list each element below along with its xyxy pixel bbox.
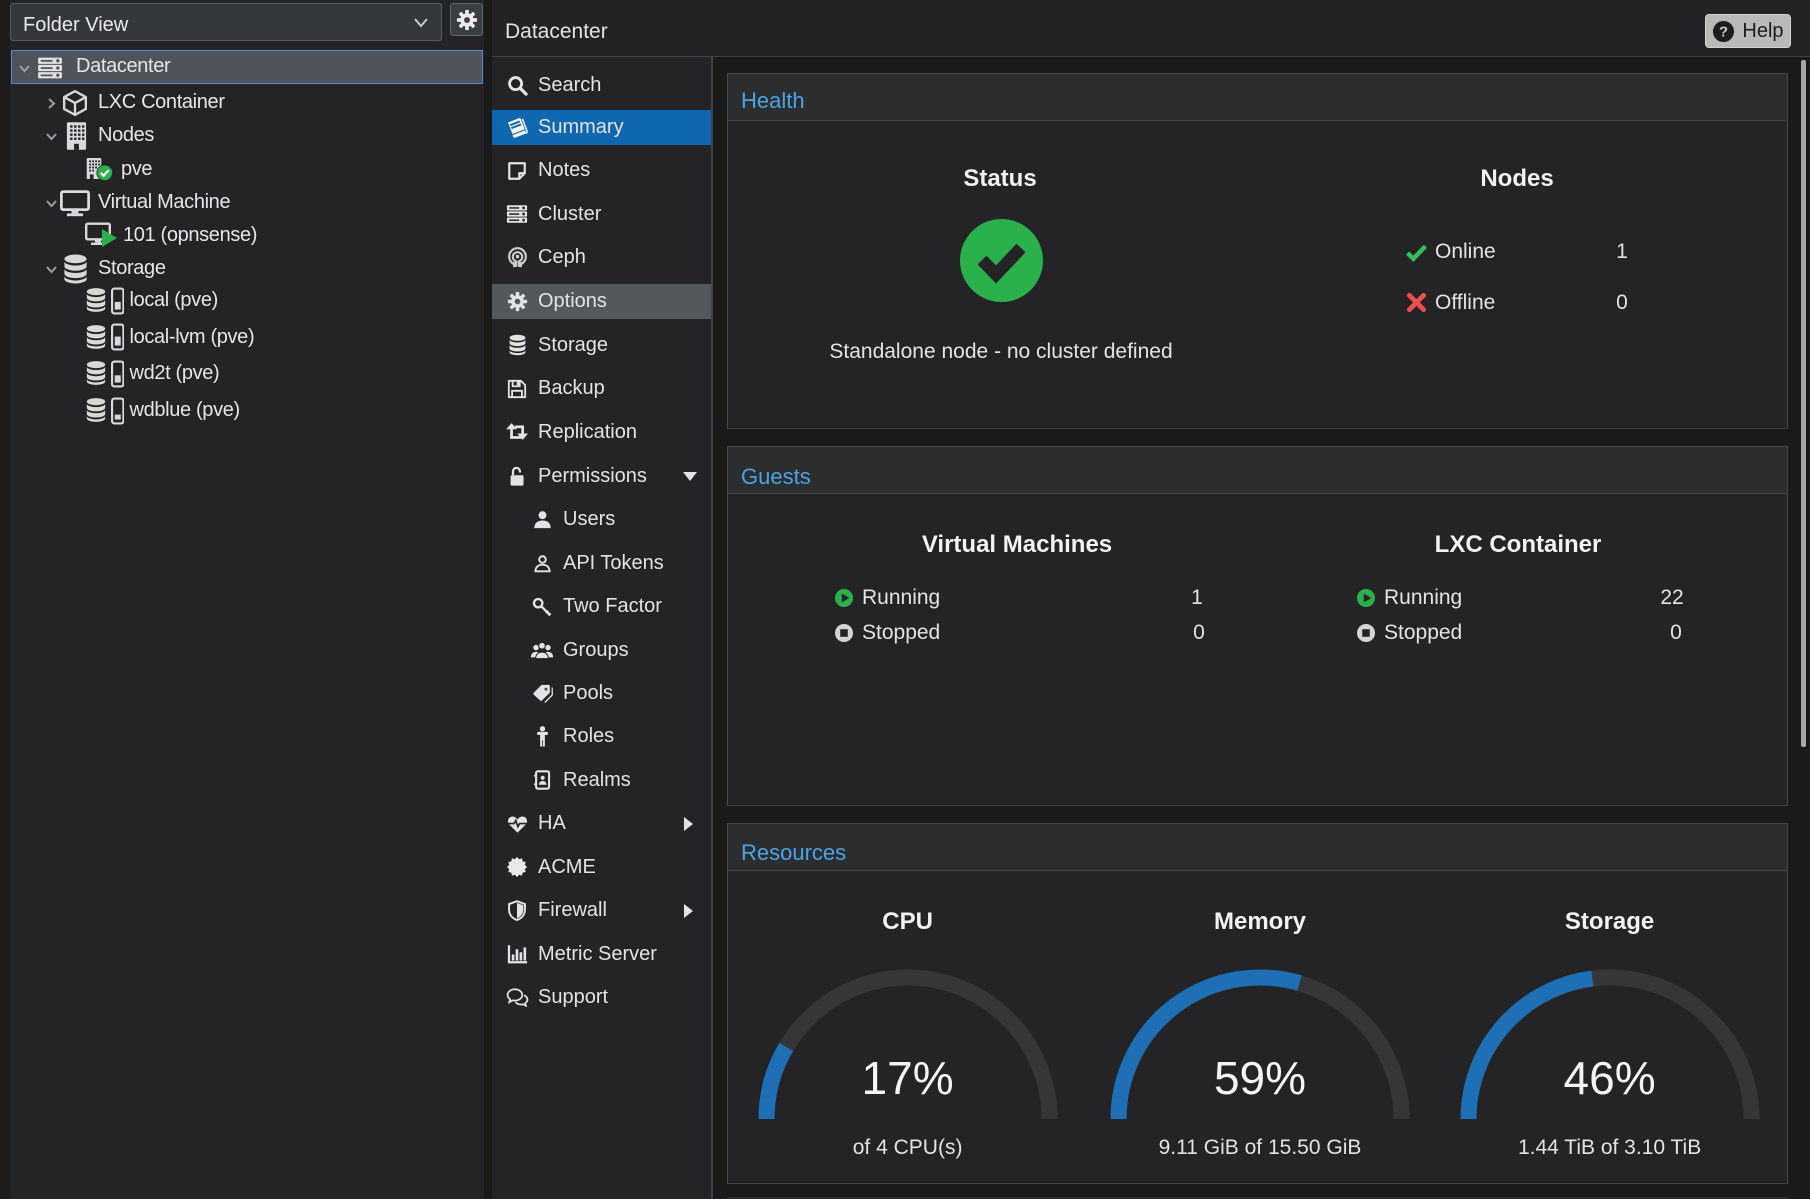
svg-text:?: ?	[1719, 24, 1728, 40]
